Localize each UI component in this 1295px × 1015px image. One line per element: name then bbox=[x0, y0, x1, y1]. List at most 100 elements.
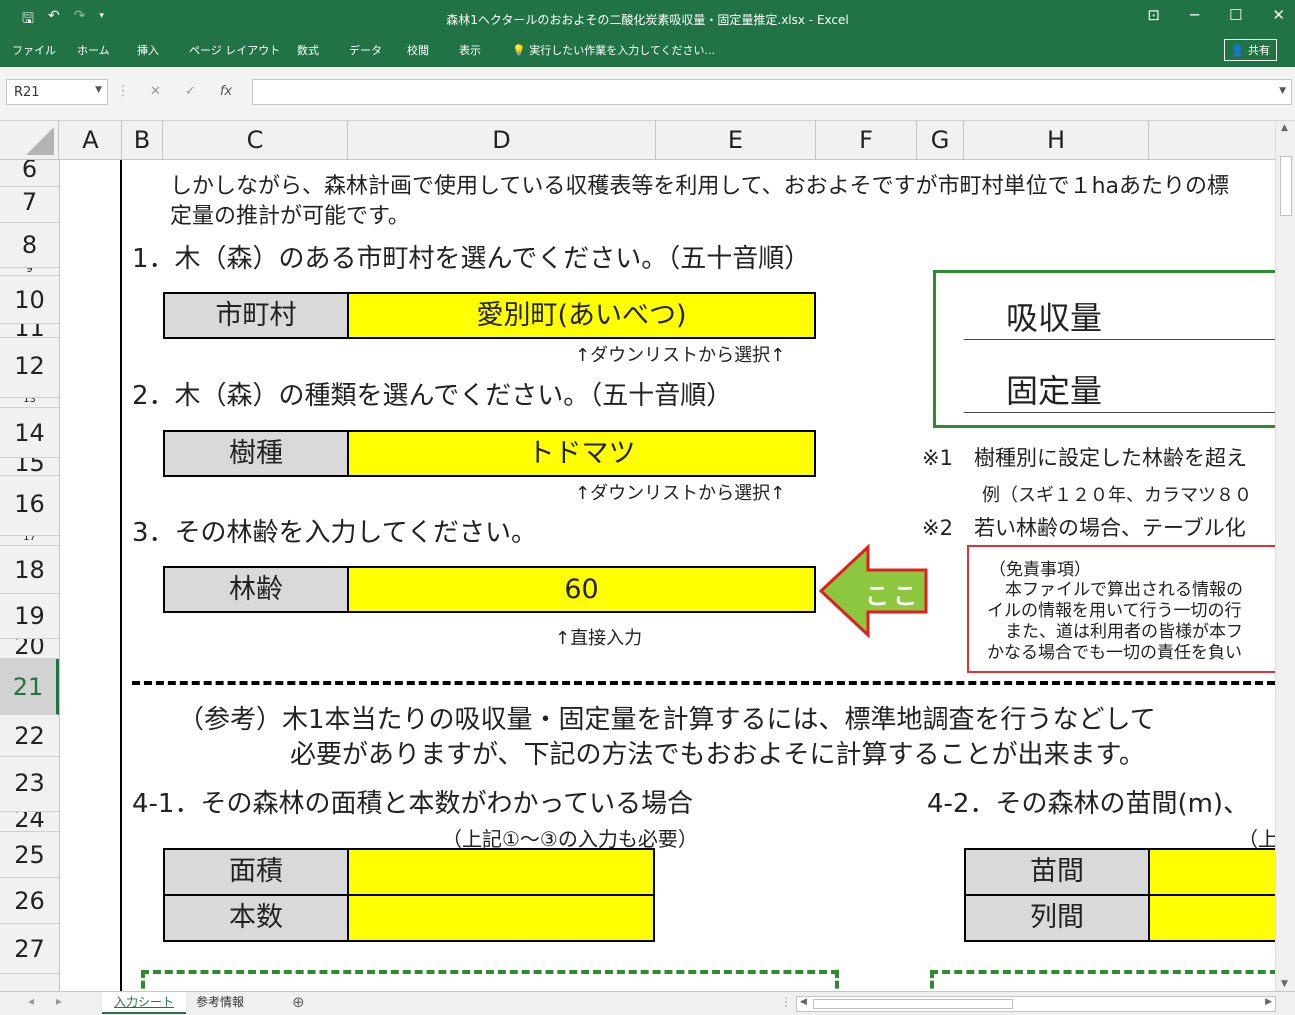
row-header-10[interactable]: 10 bbox=[0, 276, 59, 324]
cancel-icon[interactable]: ✕ bbox=[150, 84, 161, 99]
name-box[interactable]: R21 ▼ bbox=[6, 79, 108, 105]
note-1: ※1 樹種別に設定した林齢を超え bbox=[922, 446, 1247, 470]
col-header-f[interactable]: F bbox=[816, 121, 917, 159]
tell-me-box[interactable]: 💡 実行したい作業を入力してください... bbox=[512, 42, 715, 58]
tab-home[interactable]: ホーム bbox=[77, 42, 110, 58]
next-sheet-icon[interactable]: ▸ bbox=[56, 994, 62, 1008]
row-spacing-input[interactable] bbox=[1148, 894, 1275, 942]
row-header-24[interactable]: 24 bbox=[0, 812, 59, 832]
col-header-g[interactable]: G bbox=[917, 121, 964, 159]
row-header-14[interactable]: 14 bbox=[0, 408, 59, 458]
sheet-tab-input[interactable]: 入力シート bbox=[102, 992, 187, 1014]
reference-line1: （参考）木1本当たりの吸収量・固定量を計算するには、標準地調査を行うなどして bbox=[178, 705, 1156, 735]
row-header-26[interactable]: 26 bbox=[0, 878, 59, 924]
row-header-25[interactable]: 25 bbox=[0, 832, 59, 878]
species-label: 樹種 bbox=[163, 430, 349, 477]
row-header-12[interactable]: 12 bbox=[0, 338, 59, 398]
tab-file[interactable]: ファイル bbox=[12, 42, 56, 58]
sheet-tab-reference[interactable]: 参考情報 bbox=[184, 992, 256, 1014]
dropdown-note-1: ↑ダウンリストから選択↑ bbox=[575, 345, 786, 366]
species-dropdown[interactable]: トドマツ bbox=[347, 430, 816, 477]
formula-bar-grip-icon: ⋮ bbox=[116, 83, 130, 99]
tab-page-layout[interactable]: ページ レイアウト bbox=[189, 42, 280, 58]
share-button[interactable]: 👤 共有 bbox=[1223, 39, 1277, 61]
row-header-8[interactable]: 8 bbox=[0, 223, 59, 268]
intro-text-line2: 定量の推計が可能です。 bbox=[170, 204, 410, 229]
tell-me-text: 実行したい作業を入力してください... bbox=[529, 44, 716, 57]
absorption-label: 吸収量 bbox=[1006, 299, 1103, 337]
vertical-scroll-thumb[interactable] bbox=[1280, 156, 1292, 216]
prev-sheet-icon[interactable]: ◂ bbox=[28, 994, 34, 1008]
column-headers: A B C D E F G H bbox=[0, 121, 1275, 160]
close-button[interactable]: ✕ bbox=[1272, 6, 1285, 24]
add-sheet-icon[interactable]: ⊕ bbox=[292, 993, 305, 1011]
vertical-scrollbar[interactable]: ▲ ▼ bbox=[1275, 121, 1295, 991]
arrow-label: ここ bbox=[865, 582, 921, 610]
row-header-17[interactable]: 17 bbox=[0, 536, 59, 546]
scroll-right-icon[interactable]: ▶ bbox=[1265, 997, 1272, 1007]
absorption-underline bbox=[964, 339, 1275, 340]
scroll-up-icon[interactable]: ▲ bbox=[1281, 123, 1288, 133]
row-header-18[interactable]: 18 bbox=[0, 546, 59, 594]
tab-insert[interactable]: 挿入 bbox=[137, 42, 159, 58]
col-header-e[interactable]: E bbox=[656, 121, 816, 159]
expand-formula-bar-icon[interactable]: ▼ bbox=[1279, 86, 1286, 96]
row-header-9[interactable]: 9 bbox=[0, 268, 59, 276]
count-input[interactable] bbox=[347, 894, 655, 942]
step2-heading: 2．木（森）の種類を選んでください。（五十音順） bbox=[132, 381, 733, 411]
age-input[interactable]: 60 bbox=[347, 566, 816, 613]
chevron-down-icon[interactable]: ▼ bbox=[95, 85, 102, 95]
minimize-button[interactable]: ─ bbox=[1190, 6, 1199, 24]
title-bar: 🖫 ↶ ↷ ▾ 森林1ヘクタールのおおよその二酸化炭素吸収量・固定量推定.xls… bbox=[0, 0, 1295, 37]
row-header-27[interactable]: 27 bbox=[0, 924, 59, 974]
tab-split-grip-icon[interactable]: ⋮ bbox=[780, 995, 792, 1009]
note-1-example: 例（スギ１２０年、カラマツ８０ bbox=[982, 485, 1252, 506]
disclaimer-line4: かなる場合でも一切の責任を負い bbox=[987, 643, 1242, 663]
row-header-21[interactable]: 21 bbox=[0, 659, 59, 715]
share-label: 共有 bbox=[1248, 44, 1270, 57]
sheet-tab-bar: ◂ ▸ 入力シート 参考情報 ⊕ ⋮ ◀ ▶ bbox=[0, 991, 1295, 1015]
dashed-divider bbox=[132, 681, 1275, 685]
col-header-c[interactable]: C bbox=[163, 121, 348, 159]
row-header-20[interactable]: 20 bbox=[0, 639, 59, 659]
insert-function-icon[interactable]: fx bbox=[220, 84, 232, 99]
intro-text-line1: しかしながら、森林計画で使用している収穫表等を利用して、おおよそですが市町村単位… bbox=[170, 174, 1230, 199]
maximize-button[interactable]: ☐ bbox=[1229, 6, 1242, 24]
scroll-left-icon[interactable]: ◀ bbox=[800, 997, 807, 1007]
scroll-down-icon[interactable]: ▼ bbox=[1281, 979, 1288, 989]
row-header-16[interactable]: 16 bbox=[0, 476, 59, 536]
ribbon-display-options-icon[interactable]: ⊡ bbox=[1147, 6, 1160, 24]
formula-input[interactable]: ▼ bbox=[252, 79, 1292, 105]
row-header-7[interactable]: 7 bbox=[0, 187, 59, 223]
select-all-button[interactable] bbox=[0, 121, 59, 159]
window-title: 森林1ヘクタールのおおよその二酸化炭素吸収量・固定量推定.xlsx - Exce… bbox=[446, 13, 849, 27]
col-header-b[interactable]: B bbox=[122, 121, 163, 159]
horizontal-scrollbar[interactable]: ◀ ▶ bbox=[796, 996, 1276, 1012]
step3-heading: 3．その林齢を入力してください。 bbox=[132, 518, 537, 548]
row-header-15[interactable]: 15 bbox=[0, 458, 59, 476]
municipality-dropdown[interactable]: 愛別町(あいべつ) bbox=[347, 292, 816, 339]
tab-view[interactable]: 表示 bbox=[459, 42, 481, 58]
tab-data[interactable]: データ bbox=[349, 42, 382, 58]
direct-input-note: ↑直接入力 bbox=[555, 628, 643, 649]
name-box-value: R21 bbox=[14, 85, 40, 100]
spacing-input[interactable] bbox=[1148, 848, 1275, 896]
green-dashed-box-right bbox=[930, 970, 1275, 991]
col-header-a[interactable]: A bbox=[60, 121, 122, 159]
tab-formulas[interactable]: 数式 bbox=[297, 42, 319, 58]
row-header-22[interactable]: 22 bbox=[0, 715, 59, 757]
row-header-23[interactable]: 23 bbox=[0, 757, 59, 812]
area-input[interactable] bbox=[347, 848, 655, 896]
result-box: 吸収量 固定量 bbox=[933, 270, 1275, 428]
col-header-h[interactable]: H bbox=[964, 121, 1149, 159]
col-header-d[interactable]: D bbox=[348, 121, 656, 159]
horizontal-scroll-thumb[interactable] bbox=[813, 999, 1013, 1009]
worksheet-grid[interactable]: しかしながら、森林計画で使用している収穫表等を利用して、おおよそですが市町村単位… bbox=[60, 160, 1275, 991]
select-all-icon bbox=[26, 127, 54, 155]
row-header-19[interactable]: 19 bbox=[0, 594, 59, 639]
enter-icon[interactable]: ✓ bbox=[185, 84, 196, 99]
row-header-13[interactable]: 13 bbox=[0, 398, 59, 408]
tab-review[interactable]: 校閲 bbox=[407, 42, 429, 58]
row-header-6[interactable]: 6 bbox=[0, 160, 59, 187]
row-header-11[interactable]: 11 bbox=[0, 324, 59, 338]
